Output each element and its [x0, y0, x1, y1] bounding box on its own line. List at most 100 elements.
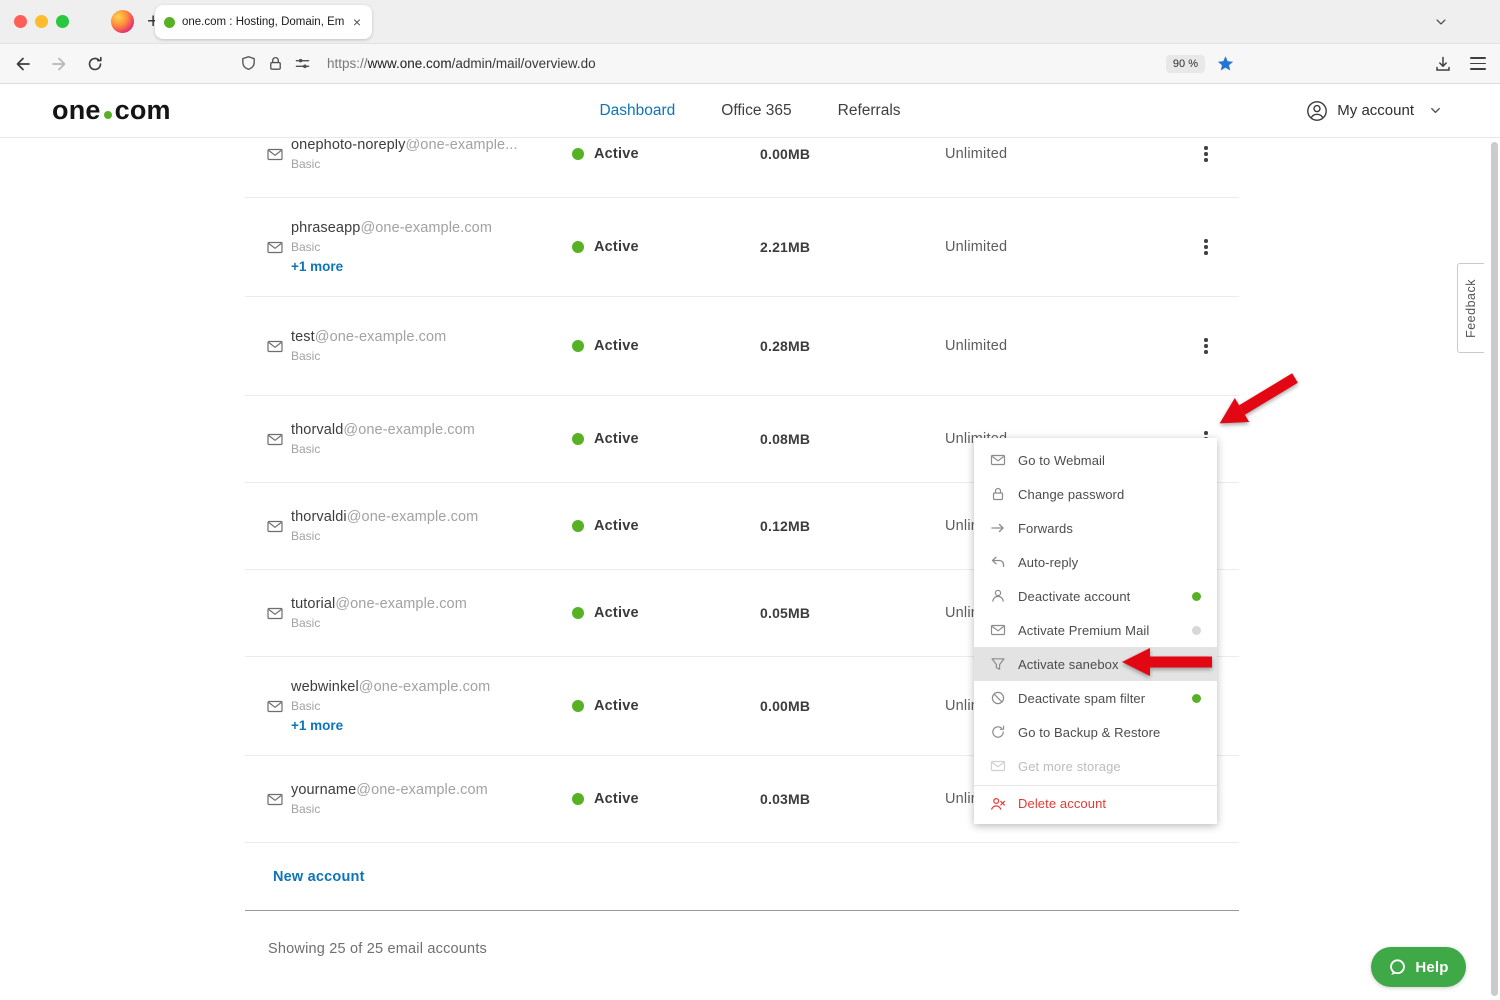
email-address: onephoto-noreply@one-example... [291, 139, 572, 153]
status-label: Active [594, 431, 639, 447]
address-bar[interactable]: https://www.one.com/admin/mail/overview.… [240, 48, 1234, 80]
email-account-icon [245, 699, 291, 714]
storage-quota: Unlimited [945, 146, 1173, 162]
reload-icon[interactable] [86, 55, 104, 73]
maximize-window-button[interactable] [56, 15, 69, 28]
shield-icon[interactable] [240, 55, 257, 72]
my-account-menu[interactable]: My account [1306, 100, 1442, 122]
logo-text-one: one [52, 95, 101, 126]
email-account-icon [245, 339, 291, 354]
minimize-window-button[interactable] [35, 15, 48, 28]
page-content: onephoto-noreply@one-example... Basic Ac… [0, 139, 1500, 1000]
context-menu-item[interactable]: Auto-reply [974, 545, 1217, 579]
context-menu-item[interactable]: Activate sanebox [974, 647, 1217, 681]
context-menu-item[interactable]: Activate Premium Mail [974, 613, 1217, 647]
browser-tab[interactable]: one.com : Hosting, Domain, Ema × [155, 5, 372, 39]
plan-label: Basic [291, 802, 572, 816]
storage-used: 0.08MB [760, 431, 945, 447]
toolbar-right-icons [1434, 55, 1486, 73]
more-aliases-link[interactable]: +1 more [291, 259, 572, 274]
row-kebab-menu-icon[interactable] [1198, 140, 1214, 168]
help-button[interactable]: Help [1371, 947, 1466, 987]
menu-item-label: Activate sanebox [1018, 657, 1119, 672]
menu-item-label: Change password [1018, 487, 1124, 502]
row-kebab-menu-icon[interactable] [1198, 233, 1214, 261]
status-cell: Active [572, 698, 760, 714]
status-label: Active [594, 239, 639, 255]
table-row: test@one-example.com Basic Active 0.28MB… [245, 297, 1239, 396]
status-cell: Active [572, 146, 760, 162]
email-domain-part: @one-example.com [356, 782, 488, 798]
permissions-icon[interactable] [294, 55, 311, 72]
storage-quota: Unlimited [945, 239, 1173, 255]
email-account-icon [245, 240, 291, 255]
context-menu-item[interactable]: Deactivate account [974, 579, 1217, 613]
back-icon[interactable] [14, 55, 32, 73]
account-person-icon [1306, 100, 1328, 122]
main-nav: Dashboard Office 365 Referrals [599, 102, 900, 120]
menu-status-dot [1192, 592, 1201, 601]
lock-icon[interactable] [267, 55, 284, 72]
menu-item-label: Activate Premium Mail [1018, 623, 1149, 638]
status-label: Active [594, 605, 639, 621]
status-label: Active [594, 791, 639, 807]
email-local-part: yourname [291, 782, 356, 798]
menu-item-label: Go to Backup & Restore [1018, 725, 1160, 740]
context-menu-item[interactable]: Go to Webmail [974, 443, 1217, 477]
close-window-button[interactable] [14, 15, 27, 28]
active-status-dot [572, 148, 584, 160]
menu-item-icon [990, 690, 1006, 706]
storage-used: 0.28MB [760, 338, 945, 354]
help-label: Help [1415, 959, 1448, 976]
zoom-level-badge[interactable]: 90 % [1166, 55, 1205, 73]
plan-label: Basic [291, 349, 572, 363]
email-address: thorvald@one-example.com [291, 422, 572, 438]
context-menu-item[interactable]: Deactivate spam filter [974, 681, 1217, 715]
menu-item-icon [990, 622, 1006, 638]
feedback-tab[interactable]: Feedback [1457, 263, 1484, 353]
context-menu-item[interactable]: Go to Backup & Restore [974, 715, 1217, 749]
menu-item-icon [990, 452, 1006, 468]
url-text: https://www.one.com/admin/mail/overview.… [327, 56, 596, 71]
save-page-icon[interactable] [1434, 55, 1452, 73]
status-cell: Active [572, 431, 760, 447]
nav-link[interactable]: Dashboard [599, 102, 675, 120]
my-account-label: My account [1337, 102, 1414, 119]
page-scrollbar[interactable] [1491, 142, 1498, 996]
bookmark-star-icon[interactable] [1217, 55, 1234, 72]
status-cell: Active [572, 239, 760, 255]
account-context-menu: Go to Webmail Change password Forwards A… [974, 438, 1217, 824]
context-menu-item: Get more storage [974, 749, 1217, 783]
logo-green-dot [104, 111, 112, 119]
status-cell: Active [572, 605, 760, 621]
tab-favicon-icon [164, 17, 175, 28]
browser-menu-icon[interactable] [1470, 57, 1486, 69]
tab-title: one.com : Hosting, Domain, Ema [182, 16, 344, 28]
context-menu-item[interactable]: Forwards [974, 511, 1217, 545]
url-protocol: https:// [327, 56, 368, 71]
browser-tab-bar: one.com : Hosting, Domain, Ema × + [0, 0, 1500, 44]
status-label: Active [594, 146, 639, 162]
new-account-button[interactable]: New account [273, 869, 365, 885]
menu-item-label: Go to Webmail [1018, 453, 1105, 468]
menu-item-label: Get more storage [1018, 759, 1121, 774]
active-status-dot [572, 700, 584, 712]
nav-link[interactable]: Office 365 [721, 102, 791, 120]
more-aliases-link[interactable]: +1 more [291, 718, 572, 733]
menu-item-icon [990, 486, 1006, 502]
email-domain-part: @one-example.com [315, 329, 447, 345]
row-kebab-menu-icon[interactable] [1198, 332, 1214, 360]
email-address: thorvaldi@one-example.com [291, 509, 572, 525]
context-menu-item[interactable]: Delete account [974, 785, 1217, 819]
storage-used: 0.12MB [760, 518, 945, 534]
context-menu-item[interactable]: Change password [974, 477, 1217, 511]
tab-list-chevron-icon[interactable] [1434, 15, 1448, 29]
tab-close-icon[interactable]: × [351, 14, 363, 30]
forward-icon[interactable] [50, 55, 68, 73]
active-status-dot [572, 793, 584, 805]
nav-link[interactable]: Referrals [838, 102, 901, 120]
one-com-logo[interactable]: one com [52, 95, 171, 126]
plan-label: Basic [291, 157, 572, 171]
active-status-dot [572, 520, 584, 532]
email-account-icon [245, 432, 291, 447]
